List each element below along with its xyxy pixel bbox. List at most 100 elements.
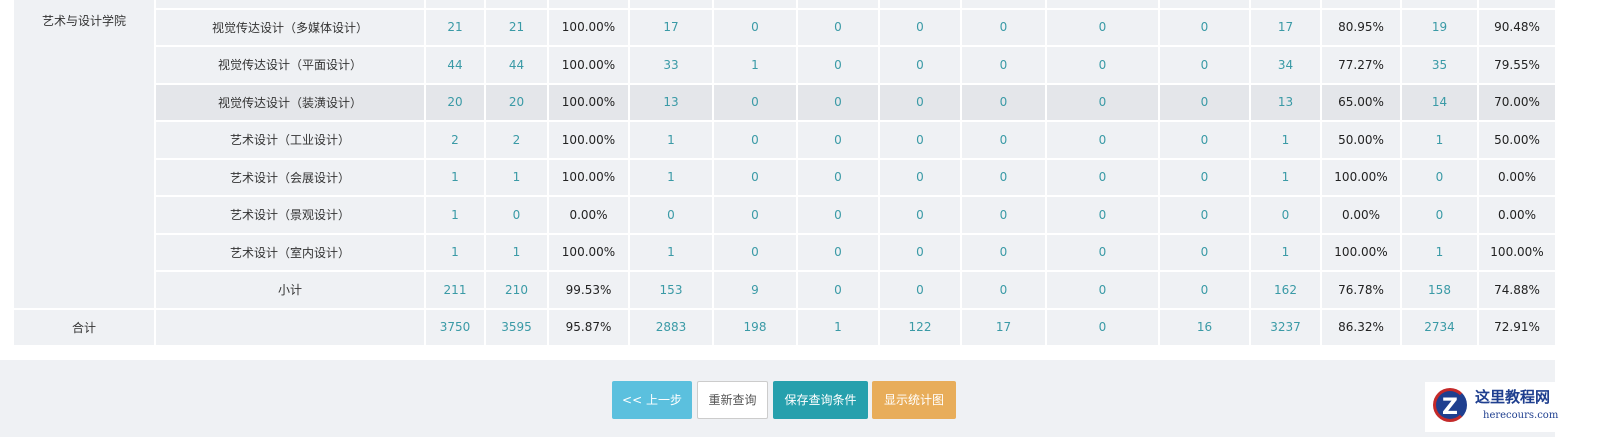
count-link[interactable]: 35 xyxy=(1400,45,1479,85)
count-link[interactable]: 44 xyxy=(424,45,486,85)
count-link[interactable]: 0 xyxy=(628,195,714,235)
count-link[interactable]: 0 xyxy=(878,45,962,85)
count-link[interactable]: 1 xyxy=(1400,232,1479,272)
count-link[interactable]: 19 xyxy=(1400,7,1479,47)
count-link[interactable]: 0 xyxy=(796,120,880,160)
count-link[interactable]: 0 xyxy=(484,195,549,235)
count-link[interactable]: 1 xyxy=(1249,157,1322,197)
count-link[interactable]: 0 xyxy=(712,232,798,272)
count-link[interactable]: 0 xyxy=(960,270,1047,310)
count-link[interactable]: 0 xyxy=(1045,157,1160,197)
count-link[interactable] xyxy=(1477,0,1557,10)
count-link[interactable]: 2734 xyxy=(1400,307,1479,347)
count-link[interactable]: 0 xyxy=(1158,7,1251,47)
count-link[interactable]: 1 xyxy=(712,45,798,85)
count-link[interactable]: 0 xyxy=(878,195,962,235)
count-link[interactable]: 0 xyxy=(796,195,880,235)
count-link[interactable]: 3595 xyxy=(484,307,549,347)
count-link[interactable]: 0 xyxy=(712,120,798,160)
count-link[interactable]: 3750 xyxy=(424,307,486,347)
count-link[interactable]: 0 xyxy=(960,195,1047,235)
count-link[interactable]: 1 xyxy=(796,307,880,347)
count-link[interactable]: 0 xyxy=(878,270,962,310)
count-link[interactable]: 153 xyxy=(628,270,714,310)
count-link[interactable]: 1 xyxy=(628,232,714,272)
count-link[interactable]: 1 xyxy=(424,232,486,272)
count-link[interactable]: 0 xyxy=(1158,82,1251,122)
count-link[interactable] xyxy=(1158,0,1251,10)
count-link[interactable]: 1 xyxy=(628,157,714,197)
count-link[interactable]: 0 xyxy=(1045,307,1160,347)
count-link[interactable]: 0 xyxy=(1045,82,1160,122)
count-link[interactable]: 13 xyxy=(1249,82,1322,122)
count-link[interactable]: 17 xyxy=(1249,7,1322,47)
prev-step-button[interactable]: << 上一步 xyxy=(612,381,692,419)
show-chart-button[interactable]: 显示统计图 xyxy=(872,381,956,419)
count-link[interactable]: 0 xyxy=(1400,195,1479,235)
count-link[interactable]: 0 xyxy=(960,7,1047,47)
count-link[interactable]: 2 xyxy=(424,120,486,160)
count-link[interactable]: 0 xyxy=(878,120,962,160)
count-link[interactable] xyxy=(484,0,549,10)
count-link[interactable]: 0 xyxy=(1045,195,1160,235)
count-link[interactable]: 20 xyxy=(424,82,486,122)
count-link[interactable]: 20 xyxy=(484,82,549,122)
count-link[interactable] xyxy=(712,0,798,10)
count-link[interactable]: 2883 xyxy=(628,307,714,347)
count-link[interactable]: 0 xyxy=(1158,270,1251,310)
count-link[interactable]: 0 xyxy=(1158,232,1251,272)
count-link[interactable]: 3237 xyxy=(1249,307,1322,347)
count-link[interactable]: 17 xyxy=(960,307,1047,347)
count-link[interactable]: 44 xyxy=(484,45,549,85)
count-link[interactable]: 0 xyxy=(1158,45,1251,85)
count-link[interactable]: 0 xyxy=(796,232,880,272)
count-link[interactable]: 0 xyxy=(960,232,1047,272)
count-link[interactable]: 0 xyxy=(712,195,798,235)
count-link[interactable]: 16 xyxy=(1158,307,1251,347)
count-link[interactable] xyxy=(1249,0,1322,10)
count-link[interactable]: 13 xyxy=(628,82,714,122)
count-link[interactable]: 1 xyxy=(484,232,549,272)
count-link[interactable]: 0 xyxy=(796,45,880,85)
count-link[interactable]: 0 xyxy=(878,82,962,122)
count-link[interactable]: 211 xyxy=(424,270,486,310)
count-link[interactable]: 1 xyxy=(628,120,714,160)
reset-query-button[interactable]: 重新查询 xyxy=(697,381,768,419)
count-link[interactable]: 17 xyxy=(628,7,714,47)
count-link[interactable]: 0 xyxy=(960,157,1047,197)
count-link[interactable]: 162 xyxy=(1249,270,1322,310)
count-link[interactable]: 1 xyxy=(1249,232,1322,272)
count-link[interactable]: 9 xyxy=(712,270,798,310)
count-link[interactable]: 0 xyxy=(1045,45,1160,85)
count-link[interactable]: 0 xyxy=(1045,270,1160,310)
count-link[interactable] xyxy=(960,0,1047,10)
count-link[interactable]: 34 xyxy=(1249,45,1322,85)
count-link[interactable]: 0 xyxy=(1045,232,1160,272)
count-link[interactable] xyxy=(1400,0,1479,10)
count-link[interactable]: 2 xyxy=(484,120,549,160)
count-link[interactable]: 0 xyxy=(878,157,962,197)
save-query-button[interactable]: 保存查询条件 xyxy=(773,381,868,419)
count-link[interactable] xyxy=(796,0,880,10)
count-link[interactable]: 0 xyxy=(878,7,962,47)
count-link[interactable]: 1 xyxy=(424,157,486,197)
count-link[interactable]: 14 xyxy=(1400,82,1479,122)
count-link[interactable]: 0 xyxy=(712,7,798,47)
count-link[interactable]: 0 xyxy=(960,45,1047,85)
count-link[interactable]: 1 xyxy=(1400,120,1479,160)
count-link[interactable] xyxy=(878,0,962,10)
count-link[interactable]: 0 xyxy=(1158,195,1251,235)
count-link[interactable]: 198 xyxy=(712,307,798,347)
count-link[interactable]: 0 xyxy=(1249,195,1322,235)
count-link[interactable]: 21 xyxy=(424,7,486,47)
count-link[interactable]: 0 xyxy=(712,82,798,122)
count-link[interactable]: 0 xyxy=(796,82,880,122)
count-link[interactable] xyxy=(1045,0,1160,10)
count-link[interactable] xyxy=(424,0,486,10)
count-link[interactable]: 158 xyxy=(1400,270,1479,310)
count-link[interactable]: 0 xyxy=(1045,7,1160,47)
count-link[interactable]: 0 xyxy=(960,82,1047,122)
count-link[interactable]: 0 xyxy=(796,157,880,197)
count-link[interactable]: 0 xyxy=(796,270,880,310)
count-link[interactable]: 1 xyxy=(1249,120,1322,160)
